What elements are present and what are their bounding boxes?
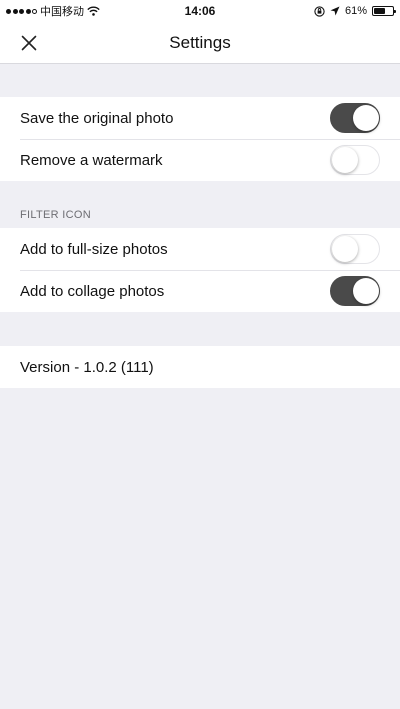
about-group: Version - 1.0.2 (111) bbox=[0, 346, 400, 388]
remove-watermark-toggle[interactable] bbox=[330, 145, 380, 175]
wifi-icon bbox=[87, 6, 100, 16]
battery-icon bbox=[372, 6, 396, 16]
setting-label: Add to full-size photos bbox=[20, 240, 168, 258]
collage-photos-toggle[interactable] bbox=[330, 276, 380, 306]
signal-dot bbox=[12, 8, 18, 14]
setting-row-save-original: Save the original photo bbox=[0, 97, 400, 139]
toggle-knob bbox=[352, 277, 379, 304]
signal-dot bbox=[19, 8, 24, 14]
orientation-lock-icon bbox=[314, 5, 325, 17]
signal-dot bbox=[25, 8, 31, 14]
close-button[interactable] bbox=[14, 28, 44, 58]
location-arrow-icon bbox=[330, 6, 340, 16]
toggle-knob bbox=[331, 146, 358, 173]
signal-dot bbox=[32, 8, 37, 14]
section-header-filter-icon: FILTER ICON bbox=[20, 209, 91, 221]
setting-label: Save the original photo bbox=[20, 109, 174, 127]
close-icon bbox=[21, 35, 37, 51]
status-right: 61% bbox=[314, 5, 396, 17]
setting-label: Remove a watermark bbox=[20, 151, 163, 169]
toggle-knob bbox=[331, 235, 358, 262]
carrier-name: 中国移动 bbox=[40, 6, 84, 18]
filter-icon-group: Add to full-size photos Add to collage p… bbox=[0, 228, 400, 312]
general-settings-group: Save the original photo Remove a waterma… bbox=[0, 97, 400, 181]
version-row: Version - 1.0.2 (111) bbox=[0, 346, 400, 388]
toggle-knob bbox=[352, 104, 379, 131]
nav-bar: Settings bbox=[0, 22, 400, 64]
setting-row-full-size: Add to full-size photos bbox=[0, 228, 400, 270]
status-bar: 中国移动 14:06 61% bbox=[0, 0, 400, 22]
setting-row-collage: Add to collage photos bbox=[0, 270, 400, 312]
full-size-photos-toggle[interactable] bbox=[330, 234, 380, 264]
signal-dot bbox=[6, 8, 11, 14]
save-original-toggle[interactable] bbox=[330, 103, 380, 133]
setting-row-remove-watermark: Remove a watermark bbox=[0, 139, 400, 181]
version-label: Version - 1.0.2 (111) bbox=[20, 358, 154, 376]
status-left: 中国移动 bbox=[6, 3, 100, 19]
signal-strength-icon bbox=[6, 8, 37, 14]
setting-label: Add to collage photos bbox=[20, 282, 165, 300]
page-title: Settings bbox=[169, 33, 231, 52]
battery-percent: 61% bbox=[344, 5, 367, 17]
battery-level bbox=[374, 8, 385, 14]
